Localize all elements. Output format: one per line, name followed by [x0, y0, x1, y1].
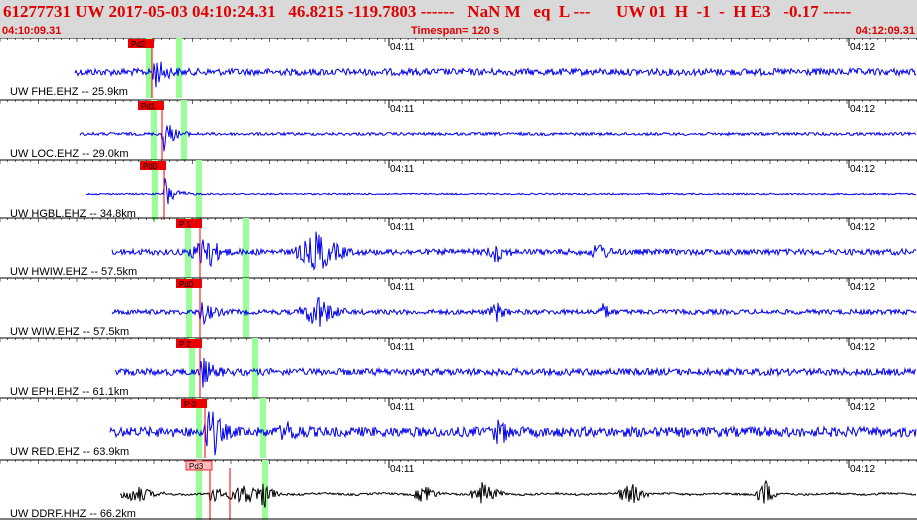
pick-flag-label: Pd0 — [143, 162, 158, 171]
waveform-trace[interactable] — [85, 178, 916, 205]
tick-label: 04:11 — [390, 164, 415, 175]
tick-label: 04:11 — [390, 402, 415, 413]
tick-label: 04:11 — [390, 104, 415, 115]
pick-flag-label: P 2 — [179, 340, 191, 349]
tick-label: 04:12 — [850, 464, 875, 475]
phase-window-band — [196, 160, 202, 220]
trace-row[interactable]: 04:11 04:12Pd0UW HGBL.EHZ -- 34.8km — [0, 159, 917, 220]
trace-row[interactable]: 04:11 04:12 Pd0 UW WIW.EHZ -- 57.5km — [0, 277, 917, 338]
phase-window-band — [181, 100, 187, 160]
station-label: UW EPH.EHZ -- 61.1km — [10, 386, 129, 398]
trace-row[interactable]: 04:11 04:12 Pd3 UW DDRF.HHZ -- 66.2km — [0, 459, 917, 520]
trace-row[interactable]: 04:11 04:12 P 0 UW RED.EHZ -- 63.9km — [0, 397, 917, 458]
trace-row[interactable]: 04:11 04:12 P 1 UW HWIW.EHZ -- 57.5km — [0, 217, 917, 278]
tick-label: 04:12 — [850, 42, 875, 53]
station-label: UW DDRF.HHZ -- 66.2km — [10, 508, 136, 520]
tick-label: 04:11 — [390, 282, 415, 293]
trace-row[interactable]: 04:11 04:12 Pd1 UW LOC.EHZ -- 29.0km — [0, 99, 917, 160]
seismogram-panel[interactable]: 04:11 04:12Pd2UW FHE.EHZ -- 25.9km04:11 04… — [0, 38, 917, 520]
tick-label: 04:12 — [850, 342, 875, 353]
station-label: UW RED.EHZ -- 63.9km — [10, 446, 129, 458]
pick-flag-label: Pd1 — [141, 102, 156, 111]
pick-flag-label: Pd2 — [131, 40, 146, 49]
waveform-trace[interactable] — [114, 357, 917, 388]
tick-label: 04:12 — [850, 222, 875, 233]
trace-row[interactable]: 04:11 04:12 Pd2 UW FHE.EHZ -- 25.9km — [0, 38, 917, 98]
event-title: 61277731 UW 2017-05-03 04:10:24.31 46.82… — [3, 2, 852, 21]
tick-label: 04:12 — [850, 402, 875, 413]
end-time: 04:12:09.31 — [855, 25, 915, 37]
trace-row[interactable]: 04:11 04:12 P 2 UW EPH.EHZ -- 61.1km — [0, 337, 917, 398]
waveform-trace[interactable] — [111, 297, 917, 327]
station-label: UW LOC.EHZ -- 29.0km — [10, 148, 129, 160]
tick-label: 04:11 — [390, 464, 415, 475]
tick-label: 04:11 — [390, 222, 415, 233]
start-time: 04:10:09.31 — [2, 25, 62, 37]
phase-window-band — [243, 278, 249, 338]
phase-window-band — [252, 338, 258, 398]
tick-label: 04:12 — [850, 104, 875, 115]
waveform-trace[interactable] — [111, 231, 917, 271]
waveform-trace[interactable] — [119, 479, 917, 508]
tick-label: 04:11 — [390, 342, 415, 353]
tick-label: 04:12 — [850, 164, 875, 175]
phase-window-band — [260, 398, 266, 458]
event-header: 61277731 UW 2017-05-03 04:10:24.31 46.82… — [0, 0, 917, 38]
tick-label: 04:12 — [850, 282, 875, 293]
tick-label: 04:11 — [390, 42, 415, 53]
timespan-label: Timespan= 120 s — [411, 25, 500, 37]
pick-flag-label: P 0 — [184, 400, 196, 409]
pick-flag-label: Pd3 — [189, 462, 204, 471]
station-label: UW HWIW.EHZ -- 57.5km — [10, 266, 137, 278]
pick-flag-label: Pd0 — [179, 280, 194, 289]
waveform-trace[interactable] — [74, 61, 917, 88]
waveform-trace[interactable] — [109, 411, 917, 456]
pick-flag-label: P 1 — [179, 220, 191, 229]
station-label: UW WIW.EHZ -- 57.5km — [10, 326, 129, 338]
waveform-trace[interactable] — [79, 125, 917, 152]
station-label: UW FHE.EHZ -- 25.9km — [10, 86, 128, 98]
phase-window-band — [243, 218, 249, 278]
